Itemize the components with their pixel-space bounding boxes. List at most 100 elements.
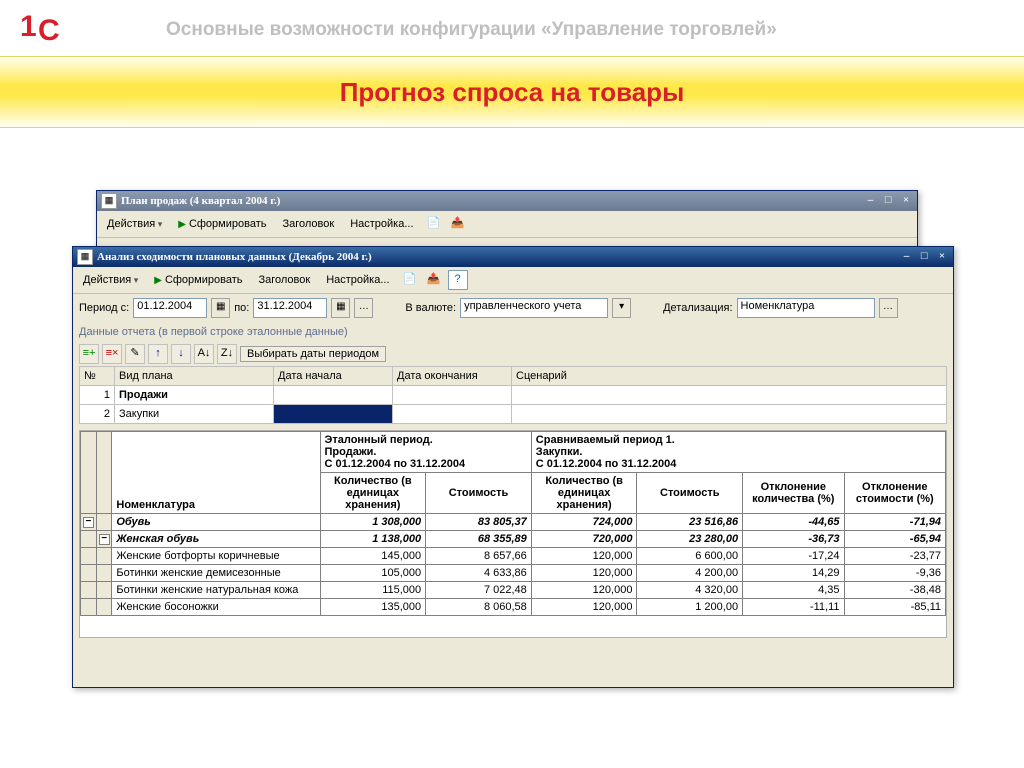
cell-dq: 14,29 xyxy=(743,565,844,582)
cell-plan: Продажи xyxy=(115,386,274,405)
currency-label: В валюте: xyxy=(405,302,456,314)
cell-qty2: 120,000 xyxy=(531,548,637,565)
col-plan-type[interactable]: Вид плана xyxy=(115,367,274,386)
dropdown-icon[interactable]: ▾ xyxy=(612,298,631,318)
col-scenario[interactable]: Сценарий xyxy=(512,367,947,386)
cell-qty1: 145,000 xyxy=(320,548,426,565)
cell-dq: -17,24 xyxy=(743,548,844,565)
col-number[interactable]: № xyxy=(80,367,115,386)
report-row[interactable]: Женские ботфорты коричневые145,0008 657,… xyxy=(81,548,946,565)
cell-cost1: 8 657,66 xyxy=(426,548,532,565)
cell-dc: -9,36 xyxy=(844,565,945,582)
window-icon: ▦ xyxy=(101,193,117,209)
cell-cost1: 68 355,89 xyxy=(426,531,532,548)
col-qty2: Количество (в единицах хранения) xyxy=(531,473,637,514)
help-icon[interactable]: ? xyxy=(448,270,468,290)
grid-toolbar: ≡+ ≡× ✎ ↑ ↓ A↓ Z↓ Выбирать даты периодом xyxy=(73,342,953,366)
move-down-icon[interactable]: ↓ xyxy=(171,344,191,364)
section-label: Данные отчета (в первой строке эталонные… xyxy=(73,322,953,342)
form-button[interactable]: Сформировать xyxy=(172,217,272,231)
calendar-icon[interactable]: ▦ xyxy=(211,298,230,318)
window-analysis: ▦ Анализ сходимости плановых данных (Дек… xyxy=(72,246,954,688)
detail-select[interactable]: Номенклатура xyxy=(737,298,875,318)
detail-label: Детализация: xyxy=(663,302,732,314)
cell-dc: -65,94 xyxy=(844,531,945,548)
copy-icon[interactable]: 📄 xyxy=(424,214,444,234)
cell-name: Женские босоножки xyxy=(112,599,320,616)
report-row[interactable]: Женские босоножки135,0008 060,58120,0001… xyxy=(81,599,946,616)
period-to-label: по: xyxy=(234,302,249,314)
max-icon[interactable]: □ xyxy=(881,195,895,208)
actions-menu[interactable]: Действия xyxy=(101,217,168,231)
sort-desc-icon[interactable]: Z↓ xyxy=(217,344,237,364)
header-button[interactable]: Заголовок xyxy=(252,273,316,287)
min-icon[interactable]: – xyxy=(864,195,878,208)
slide-heading: Прогноз спроса на товары xyxy=(340,77,685,108)
titlebar-back[interactable]: ▦ План продаж (4 квартал 2004 г.) – □ × xyxy=(97,191,917,211)
period-to-input[interactable]: 31.12.2004 xyxy=(253,298,327,318)
currency-select[interactable]: управленческого учета xyxy=(460,298,608,318)
delete-row-icon[interactable]: ≡× xyxy=(102,344,122,364)
max-icon[interactable]: □ xyxy=(917,251,931,264)
export-icon[interactable]: 📤 xyxy=(424,270,444,290)
collapse-icon[interactable]: − xyxy=(99,534,110,545)
table-row[interactable]: 2 Закупки xyxy=(80,405,947,424)
collapse-icon[interactable]: − xyxy=(83,517,94,528)
form-button[interactable]: Сформировать xyxy=(148,273,248,287)
copy-icon[interactable]: 📄 xyxy=(400,270,420,290)
presentation-caption: Основные возможности конфигурации «Управ… xyxy=(166,19,777,41)
move-up-icon[interactable]: ↑ xyxy=(148,344,168,364)
col-end-date[interactable]: Дата окончания xyxy=(393,367,512,386)
min-icon[interactable]: – xyxy=(900,251,914,264)
cell-name: Обувь xyxy=(112,514,320,531)
cell-qty1: 105,000 xyxy=(320,565,426,582)
cell-dc: -23,77 xyxy=(844,548,945,565)
sort-asc-icon[interactable]: A↓ xyxy=(194,344,214,364)
actions-menu[interactable]: Действия xyxy=(77,273,144,287)
ref-period-line3: С 01.12.2004 по 31.12.2004 xyxy=(325,458,527,470)
report-area[interactable]: Номенклатура Эталонный период. Продажи. … xyxy=(79,430,947,638)
period-picker-button[interactable]: … xyxy=(354,298,373,318)
detail-picker-button[interactable]: … xyxy=(879,298,898,318)
header-button[interactable]: Заголовок xyxy=(276,217,340,231)
cell-dc: -85,11 xyxy=(844,599,945,616)
report-row[interactable]: −Женская обувь1 138,00068 355,89720,0002… xyxy=(81,531,946,548)
col-cost2: Стоимость xyxy=(637,473,743,514)
settings-button[interactable]: Настройка... xyxy=(320,273,395,287)
settings-button[interactable]: Настройка... xyxy=(344,217,419,231)
close-icon[interactable]: × xyxy=(935,251,949,264)
select-period-button[interactable]: Выбирать даты периодом xyxy=(240,346,386,362)
table-row[interactable]: 1 Продажи xyxy=(80,386,947,405)
window-icon: ▦ xyxy=(77,249,93,265)
cell-qty1: 135,000 xyxy=(320,599,426,616)
cmp-period-line3: С 01.12.2004 по 31.12.2004 xyxy=(536,458,941,470)
ref-period-line1: Эталонный период. xyxy=(325,434,527,446)
cell-qty1: 1 308,000 xyxy=(320,514,426,531)
report-row[interactable]: −Обувь1 308,00083 805,37724,00023 516,86… xyxy=(81,514,946,531)
cell-qty2: 120,000 xyxy=(531,599,637,616)
col-nomenclature: Номенклатура xyxy=(112,432,320,514)
period-from-input[interactable]: 01.12.2004 xyxy=(133,298,207,318)
export-icon[interactable]: 📤 xyxy=(448,214,468,234)
window-title: Анализ сходимости плановых данных (Декаб… xyxy=(97,251,899,263)
cell-dq: -36,73 xyxy=(743,531,844,548)
col-start-date[interactable]: Дата начала xyxy=(274,367,393,386)
cell-start-selected[interactable] xyxy=(274,405,393,424)
edit-row-icon[interactable]: ✎ xyxy=(125,344,145,364)
report-row[interactable]: Ботинки женские демисезонные105,0004 633… xyxy=(81,565,946,582)
plans-grid[interactable]: № Вид плана Дата начала Дата окончания С… xyxy=(79,366,947,424)
cell-name: Женская обувь xyxy=(112,531,320,548)
add-row-icon[interactable]: ≡+ xyxy=(79,344,99,364)
cell-num: 2 xyxy=(80,405,115,424)
cell-qty2: 720,000 xyxy=(531,531,637,548)
cell-cost1: 8 060,58 xyxy=(426,599,532,616)
close-icon[interactable]: × xyxy=(899,195,913,208)
cell-cost1: 83 805,37 xyxy=(426,514,532,531)
cell-dc: -38,48 xyxy=(844,582,945,599)
report-row[interactable]: Ботинки женские натуральная кожа115,0007… xyxy=(81,582,946,599)
titlebar-front[interactable]: ▦ Анализ сходимости плановых данных (Дек… xyxy=(73,247,953,267)
cell-cost2: 6 600,00 xyxy=(637,548,743,565)
cell-name: Ботинки женские натуральная кожа xyxy=(112,582,320,599)
calendar-icon[interactable]: ▦ xyxy=(331,298,350,318)
cell-dq: 4,35 xyxy=(743,582,844,599)
